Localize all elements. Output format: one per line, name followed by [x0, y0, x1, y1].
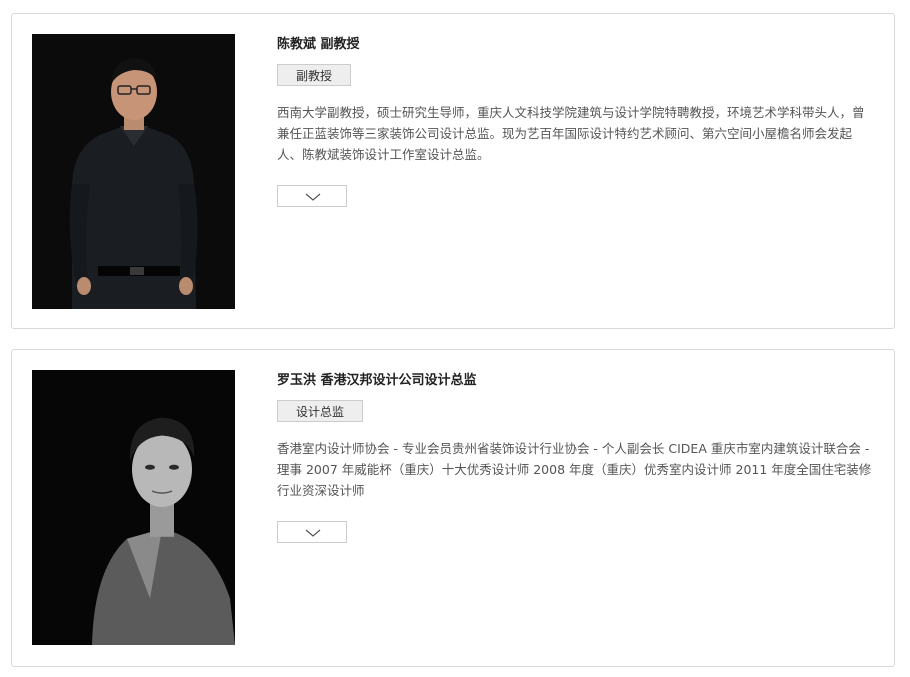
title-tag-button[interactable]: 副教授 [277, 64, 352, 86]
profile-photo [32, 370, 235, 645]
title-tag-button[interactable]: 设计总监 [277, 400, 364, 422]
chevron-down-icon [305, 193, 321, 201]
expand-button[interactable] [277, 521, 347, 543]
chevron-down-icon [305, 529, 321, 537]
person-name: 陈教斌 副教授 [277, 37, 360, 52]
profile-card: 陈教斌 副教授 副教授 西南大学副教授，硕士研究生导师，重庆人文科技学院建筑与设… [11, 13, 895, 329]
person-bio: 西南大学副教授，硕士研究生导师，重庆人文科技学院建筑与设计学院特聘教授，环境艺术… [277, 105, 865, 162]
profile-card: 罗玉洪 香港汉邦设计公司设计总监 设计总监 香港室内设计师协会 - 专业会员贵州… [11, 349, 895, 667]
expand-button[interactable] [277, 185, 347, 207]
profile-photo [32, 34, 235, 309]
person-bio: 香港室内设计师协会 - 专业会员贵州省装饰设计行业协会 - 个人副会长 CIDE… [277, 441, 872, 498]
person-name: 罗玉洪 香港汉邦设计公司设计总监 [277, 373, 477, 388]
